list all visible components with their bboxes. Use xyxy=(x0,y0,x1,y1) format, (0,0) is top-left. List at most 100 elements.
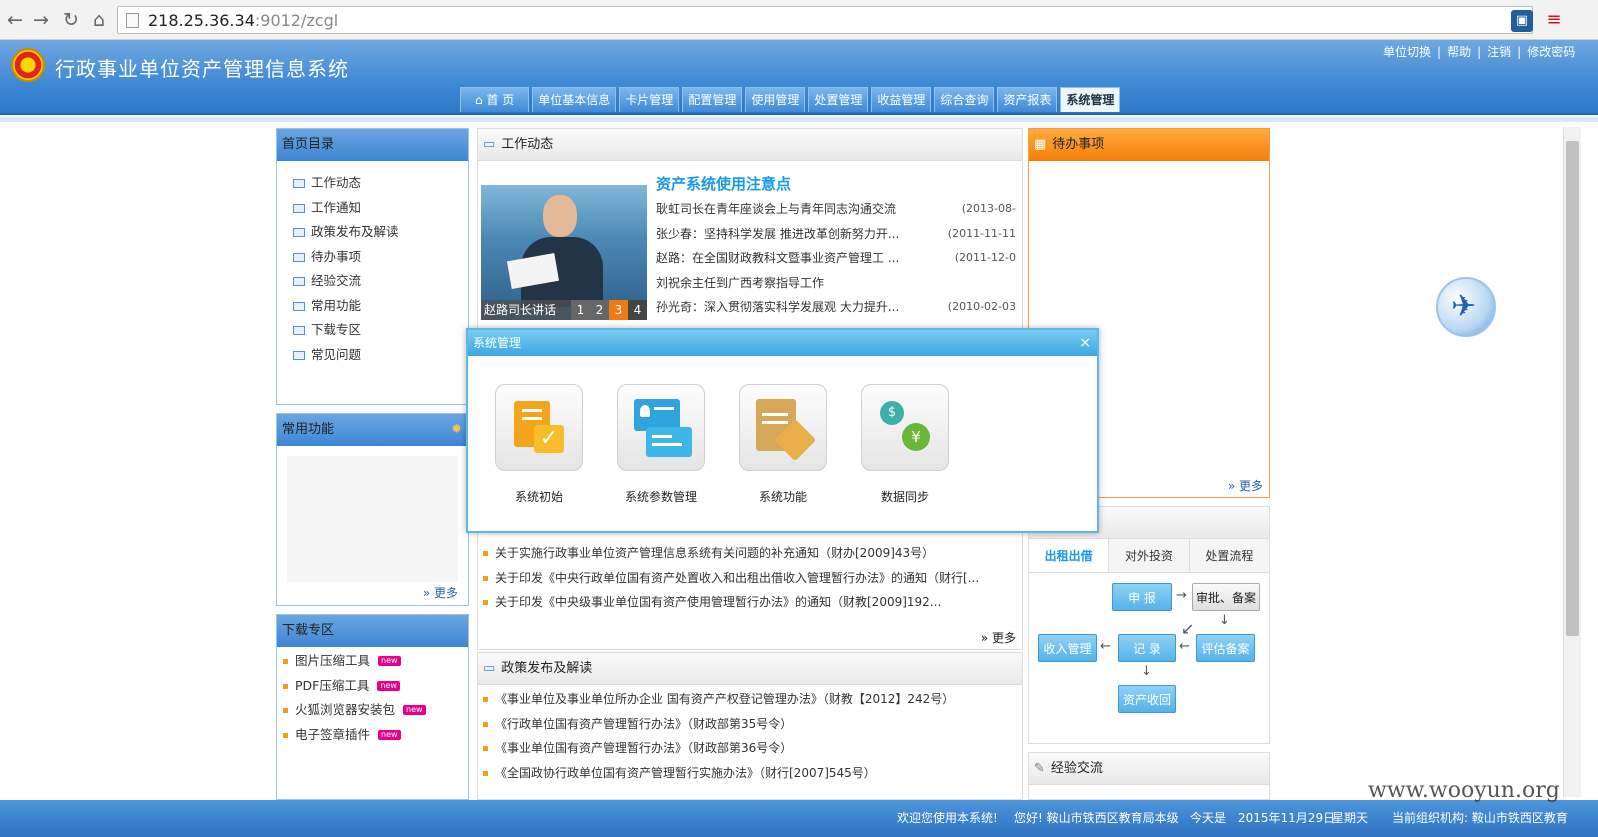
switch-unit-link[interactable]: 单位切换 xyxy=(1383,45,1431,59)
flow-tab-investment[interactable]: 对外投资 xyxy=(1108,539,1189,572)
directory-item[interactable]: 常见问题 xyxy=(277,343,468,368)
flow-node-record[interactable]: 记 录 xyxy=(1118,634,1176,662)
directory-item[interactable]: 工作动态 xyxy=(277,171,468,196)
download-item[interactable]: 电子签章插件 new xyxy=(277,723,468,748)
flow-node-recover[interactable]: 资产收回 xyxy=(1118,685,1176,713)
directory-item-label: 工作动态 xyxy=(311,175,362,190)
policy-row[interactable]: 《事业单位国有资产管理暂行办法》（财政部第36号令） xyxy=(483,736,1017,761)
system-params-icon xyxy=(617,384,705,471)
news-row[interactable]: 赵路：在全国财政教科文暨事业资产管理工 ... (2011-12-0 xyxy=(656,246,1016,271)
tab-home[interactable]: ⌂ 首 页 xyxy=(460,87,530,112)
policy-row[interactable]: 《行政单位国有资产管理暂行办法》（财政部第35号令） xyxy=(483,712,1017,737)
menu-item-data-sync[interactable]: ⇧ $ ¥ 数据同步 xyxy=(850,384,960,505)
menu-item-label: 系统功能 xyxy=(758,490,807,504)
todo-more-link[interactable]: » 更多 xyxy=(1228,477,1263,494)
download-item[interactable]: 图片压缩工具 new xyxy=(277,649,468,674)
notice-title: 关于印发《中央级事业单位国有资产使用管理暂行办法》的通知（财教[2009]192… xyxy=(495,595,942,609)
tab-card-management[interactable]: 卡片管理 xyxy=(619,87,680,112)
notice-row[interactable]: 关于印发《中央行政单位国有资产处置收入和出租出借收入管理暂行办法》的通知（财行[… xyxy=(483,566,1013,591)
flow-tab-lease[interactable]: 出租出借 xyxy=(1029,539,1109,572)
policy-row[interactable]: 《事业单位及事业单位所办企业 国有资产产权登记管理办法》（财教【2012】242… xyxy=(483,687,1017,712)
directory-panel: 首页目录 工作动态 工作通知 政策发布及解读 待办事项 经验交流 常用功能 下载… xyxy=(276,128,469,405)
new-badge: new xyxy=(378,729,401,740)
monitor-icon: ▭ xyxy=(483,661,496,676)
experience-panel: ✎ 经验交流 xyxy=(1028,752,1270,800)
notice-row[interactable]: 关于印发《中央级事业单位国有资产使用管理暂行办法》的通知（财教[2009]192… xyxy=(483,590,1013,615)
calendar-icon: ▦ xyxy=(1034,137,1047,152)
photo-caption-text: 赵路司长讲话 xyxy=(484,303,557,317)
tab-allocation-management[interactable]: 配置管理 xyxy=(682,87,743,112)
flow-node-assess[interactable]: 评估备案 xyxy=(1196,634,1255,662)
back-icon[interactable]: ← xyxy=(4,9,26,31)
tab-system-management[interactable]: 系统管理 xyxy=(1060,87,1121,112)
pager-2[interactable]: 2 xyxy=(590,300,609,320)
tab-disposal-management[interactable]: 处置管理 xyxy=(808,87,869,112)
pager-1[interactable]: 1 xyxy=(571,300,590,320)
directory-item[interactable]: 政策发布及解读 xyxy=(277,220,468,245)
directory-item[interactable]: 下载专区 xyxy=(277,318,468,343)
app-header: 行政事业单位资产管理信息系统 单位切换 | 帮助 | 注销 | 修改密码 ⌂ 首 页 单位基… xyxy=(0,40,1598,115)
notices-more-link[interactable]: » 更多 xyxy=(981,629,1016,646)
gear-icon[interactable]: ✹ xyxy=(451,414,462,446)
page-scrollbar[interactable] xyxy=(1563,127,1581,797)
pager-4[interactable]: 4 xyxy=(628,300,647,320)
notice-row[interactable]: 关于实施行政事业单位资产管理信息系统有关问题的补充通知（财办[2009]43号） xyxy=(483,541,1013,566)
address-bar[interactable]: 218.25.36.34:9012/zcgl ☆ xyxy=(117,6,1533,34)
menu-item-system-functions[interactable]: 系统功能 xyxy=(728,384,838,505)
arrow-down-icon: ↓ xyxy=(1141,664,1152,679)
policy-item: 《行政单位国有资产管理暂行办法》（财政部第35号令） xyxy=(495,716,793,731)
tab-query[interactable]: 综合查询 xyxy=(934,87,995,112)
flow-node-approve[interactable]: 审批、备案 xyxy=(1192,583,1260,611)
news-row[interactable]: 孙光奇：深入贯彻落实科学发展观 大力提升... (2010-02-03 xyxy=(656,295,1016,320)
common-functions-label: 常用功能 xyxy=(282,422,335,437)
change-password-link[interactable]: 修改密码 xyxy=(1527,45,1575,59)
reload-icon[interactable]: ↻ xyxy=(60,9,82,31)
flow-node-income[interactable]: 收入管理 xyxy=(1038,634,1097,662)
news-title: 赵路：在全国财政教科文暨事业资产管理工 ... xyxy=(656,251,900,265)
home-icon[interactable]: ⌂ xyxy=(88,9,110,31)
news-headline[interactable]: 资产系统使用注意点 xyxy=(656,173,791,194)
browser-toolbar: ← → ↻ ⌂ 218.25.36.34:9012/zcgl ☆ ▣ ≡ xyxy=(0,0,1598,40)
directory-item[interactable]: 常用功能 xyxy=(277,294,468,319)
menu-item-system-init[interactable]: ✓ 系统初始 xyxy=(484,384,594,505)
tab-income-management[interactable]: 收益管理 xyxy=(871,87,932,112)
pager-3[interactable]: 3 xyxy=(609,300,628,320)
news-title: 孙光奇：深入贯彻落实科学发展观 大力提升... xyxy=(656,300,900,314)
more-link[interactable]: » 更多 xyxy=(423,584,458,601)
directory-item[interactable]: 工作通知 xyxy=(277,196,468,221)
bullet-icon xyxy=(283,708,288,713)
news-row[interactable]: 耿虹司长在青年座谈会上与青年同志沟通交流 (2013-08- xyxy=(656,197,1016,222)
download-item-label: 图片压缩工具 xyxy=(295,653,371,668)
directory-item-label: 常见问题 xyxy=(311,346,362,362)
download-item[interactable]: PDF压缩工具 new xyxy=(277,674,468,699)
forward-icon[interactable]: → xyxy=(30,9,52,31)
scrollbar-thumb[interactable] xyxy=(1566,141,1579,636)
news-row[interactable]: 刘祝余主任到广西考察指导工作 xyxy=(656,271,1016,296)
logout-link[interactable]: 注销 xyxy=(1487,45,1511,59)
close-icon[interactable]: × xyxy=(1079,330,1091,356)
dialog-title: 系统管理 xyxy=(473,336,522,350)
news-row[interactable]: 张少春：坚持科学发展 推进改革创新努力开... (2011-11-11 xyxy=(656,222,1016,247)
tab-reports[interactable]: 资产报表 xyxy=(997,87,1058,112)
directory-item[interactable]: 待办事项 xyxy=(277,245,468,270)
floating-assistant-icon[interactable]: ✈ xyxy=(1436,277,1496,337)
help-link[interactable]: 帮助 xyxy=(1447,45,1471,59)
flow-node-report[interactable]: 申 报 xyxy=(1112,583,1172,611)
tab-unit-info[interactable]: 单位基本信息 xyxy=(532,87,617,112)
download-item[interactable]: 火狐浏览器安装包 new xyxy=(277,698,468,723)
menu-item-system-params[interactable]: 系统参数管理 xyxy=(606,384,716,505)
browser-menu-icon[interactable]: ≡ xyxy=(1545,9,1563,31)
arrow-left-icon: ← xyxy=(1100,639,1111,654)
directory-item-label: 经验交流 xyxy=(311,273,362,288)
policy-list: 《事业单位及事业单位所办企业 国有资产产权登记管理办法》（财教【2012】242… xyxy=(478,685,1022,787)
policy-item: 《事业单位及事业单位所办企业 国有资产产权登记管理办法》（财教【2012】242… xyxy=(495,692,955,706)
bullet-icon xyxy=(483,551,488,556)
tab-usage-management[interactable]: 使用管理 xyxy=(745,87,806,112)
flow-tab-disposal[interactable]: 处置流程 xyxy=(1188,539,1269,572)
policy-row[interactable]: 《全国政协行政单位国有资产管理暂行实施办法》（财行[2007]545号） xyxy=(483,761,1017,786)
directory-item[interactable]: 经验交流 xyxy=(277,269,468,294)
extension-icon[interactable]: ▣ xyxy=(1511,10,1533,32)
more-label: 更多 xyxy=(1238,479,1263,493)
policy-header: ▭ 政策发布及解读 xyxy=(478,653,1022,685)
news-photo[interactable]: 赵路司长讲话 1 2 3 4 xyxy=(481,185,647,320)
